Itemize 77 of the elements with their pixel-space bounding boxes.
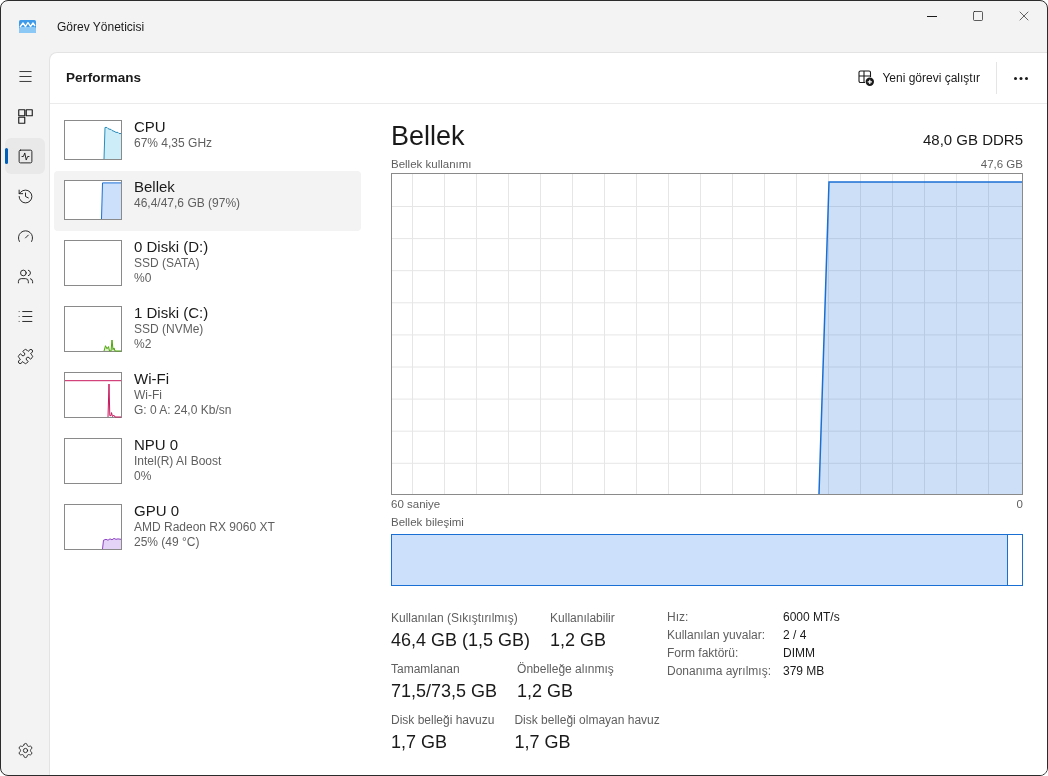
device-name: 0 Diski (D:) bbox=[134, 238, 209, 256]
stat-value: 71,5/73,5 GB bbox=[391, 680, 498, 703]
memory-capacity: 48,0 GB DDR5 bbox=[922, 131, 1023, 149]
time-axis-start: 60 saniye bbox=[391, 497, 441, 511]
device-name: Wi-Fi bbox=[134, 370, 170, 388]
apps-grid-icon bbox=[17, 108, 33, 124]
graph-max-label: 47,6 GB bbox=[980, 157, 1023, 171]
device-list-item[interactable]: NPU 0 Intel(R) AI Boost 0% bbox=[54, 429, 361, 495]
device-detail: 25% (49 °C) bbox=[134, 535, 201, 550]
stat-value: 1,2 GB bbox=[517, 680, 575, 703]
more-icon bbox=[1014, 76, 1028, 80]
device-name: Bellek bbox=[134, 178, 176, 196]
device-list-item[interactable]: GPU 0 AMD Radeon RX 9060 XT 25% (49 °C) bbox=[54, 495, 361, 561]
device-list-item[interactable]: 1 Diski (C:) SSD (NVMe) %2 bbox=[54, 297, 361, 363]
device-list-item[interactable]: CPU 67% 4,35 GHz bbox=[54, 111, 361, 171]
history-icon bbox=[16, 187, 34, 205]
page-title: Performans bbox=[66, 69, 142, 87]
property-label: Donanıma ayrılmış: bbox=[667, 663, 773, 680]
window-title: Görev Yöneticisi bbox=[57, 18, 145, 35]
device-detail: SSD (NVMe) bbox=[134, 322, 205, 337]
usage-sparkline bbox=[64, 306, 122, 352]
stat-label: Kullanılan (Sıkıştırılmış) bbox=[391, 610, 519, 626]
nav-tab[interactable] bbox=[5, 138, 45, 174]
composition-label: Bellek bileşimi bbox=[391, 515, 465, 529]
pulse-icon bbox=[16, 147, 34, 165]
app-icon bbox=[19, 20, 36, 33]
usage-sparkline bbox=[64, 240, 122, 286]
usage-sparkline bbox=[64, 372, 122, 418]
stat-value: 1,2 GB bbox=[550, 629, 608, 652]
stat-label: Disk belleği olmayan havuz bbox=[514, 712, 660, 728]
maximize-icon bbox=[972, 10, 984, 22]
stat-label: Tamamlanan bbox=[391, 661, 461, 677]
property-label: Kullanılan yuvalar: bbox=[667, 627, 767, 644]
graph-label: Bellek kullanımı bbox=[391, 157, 472, 171]
run-new-task-button[interactable]: Yeni görevi çalıştır bbox=[850, 62, 988, 94]
property-value: 2 / 4 bbox=[783, 627, 808, 644]
stat-value: 1,7 GB bbox=[514, 731, 572, 754]
stat-label: Kullanılabilir bbox=[550, 610, 615, 626]
device-detail: SSD (SATA) bbox=[134, 256, 201, 271]
device-list-item[interactable]: 0 Diski (D:) SSD (SATA) %0 bbox=[54, 231, 361, 297]
users-icon bbox=[16, 267, 34, 285]
puzzle-icon bbox=[16, 347, 34, 365]
stat-value: 1,7 GB bbox=[391, 731, 449, 754]
property-value: 379 MB bbox=[783, 663, 826, 680]
device-detail: G: 0 A: 24,0 Kb/sn bbox=[134, 403, 232, 418]
device-detail: %2 bbox=[134, 337, 153, 352]
gauge-icon bbox=[16, 227, 34, 245]
device-detail: 46,4/47,6 GB (97%) bbox=[134, 196, 241, 211]
device-list-item[interactable]: Wi-Fi Wi-Fi G: 0 A: 24,0 Kb/sn bbox=[54, 363, 361, 429]
stat-label: Önbelleğe alınmış bbox=[517, 661, 614, 677]
device-detail: 67% 4,35 GHz bbox=[134, 136, 213, 151]
device-name: 1 Diski (C:) bbox=[134, 304, 209, 322]
device-detail: %0 bbox=[134, 271, 153, 286]
usage-sparkline bbox=[64, 504, 122, 550]
usage-sparkline bbox=[64, 438, 122, 484]
device-detail: 0% bbox=[134, 469, 153, 484]
property-label: Hız: bbox=[667, 609, 690, 626]
device-detail: Intel(R) AI Boost bbox=[134, 454, 222, 469]
property-label: Form faktörü: bbox=[667, 645, 740, 662]
device-detail: AMD Radeon RX 9060 XT bbox=[134, 520, 275, 535]
window-plus-icon bbox=[858, 70, 875, 86]
usage-sparkline bbox=[64, 120, 122, 160]
selection-indicator-icon bbox=[5, 148, 8, 164]
property-value: 6000 MT/s bbox=[783, 609, 840, 626]
device-name: CPU bbox=[134, 118, 167, 136]
minimize-icon bbox=[927, 15, 937, 17]
time-axis-end: 0 bbox=[1016, 497, 1023, 511]
property-value: DIMM bbox=[783, 645, 816, 662]
stat-value: 46,4 GB (1,5 GB) bbox=[391, 629, 531, 652]
device-name: NPU 0 bbox=[134, 436, 180, 454]
settings-icon bbox=[16, 741, 34, 759]
device-name: GPU 0 bbox=[134, 502, 180, 520]
device-detail: Wi-Fi bbox=[134, 388, 163, 403]
section-title: Bellek bbox=[391, 120, 465, 152]
stat-label: Disk belleği havuzu bbox=[391, 712, 495, 728]
usage-sparkline bbox=[64, 180, 122, 220]
device-list-item[interactable]: Bellek 46,4/47,6 GB (97%) bbox=[54, 171, 361, 231]
